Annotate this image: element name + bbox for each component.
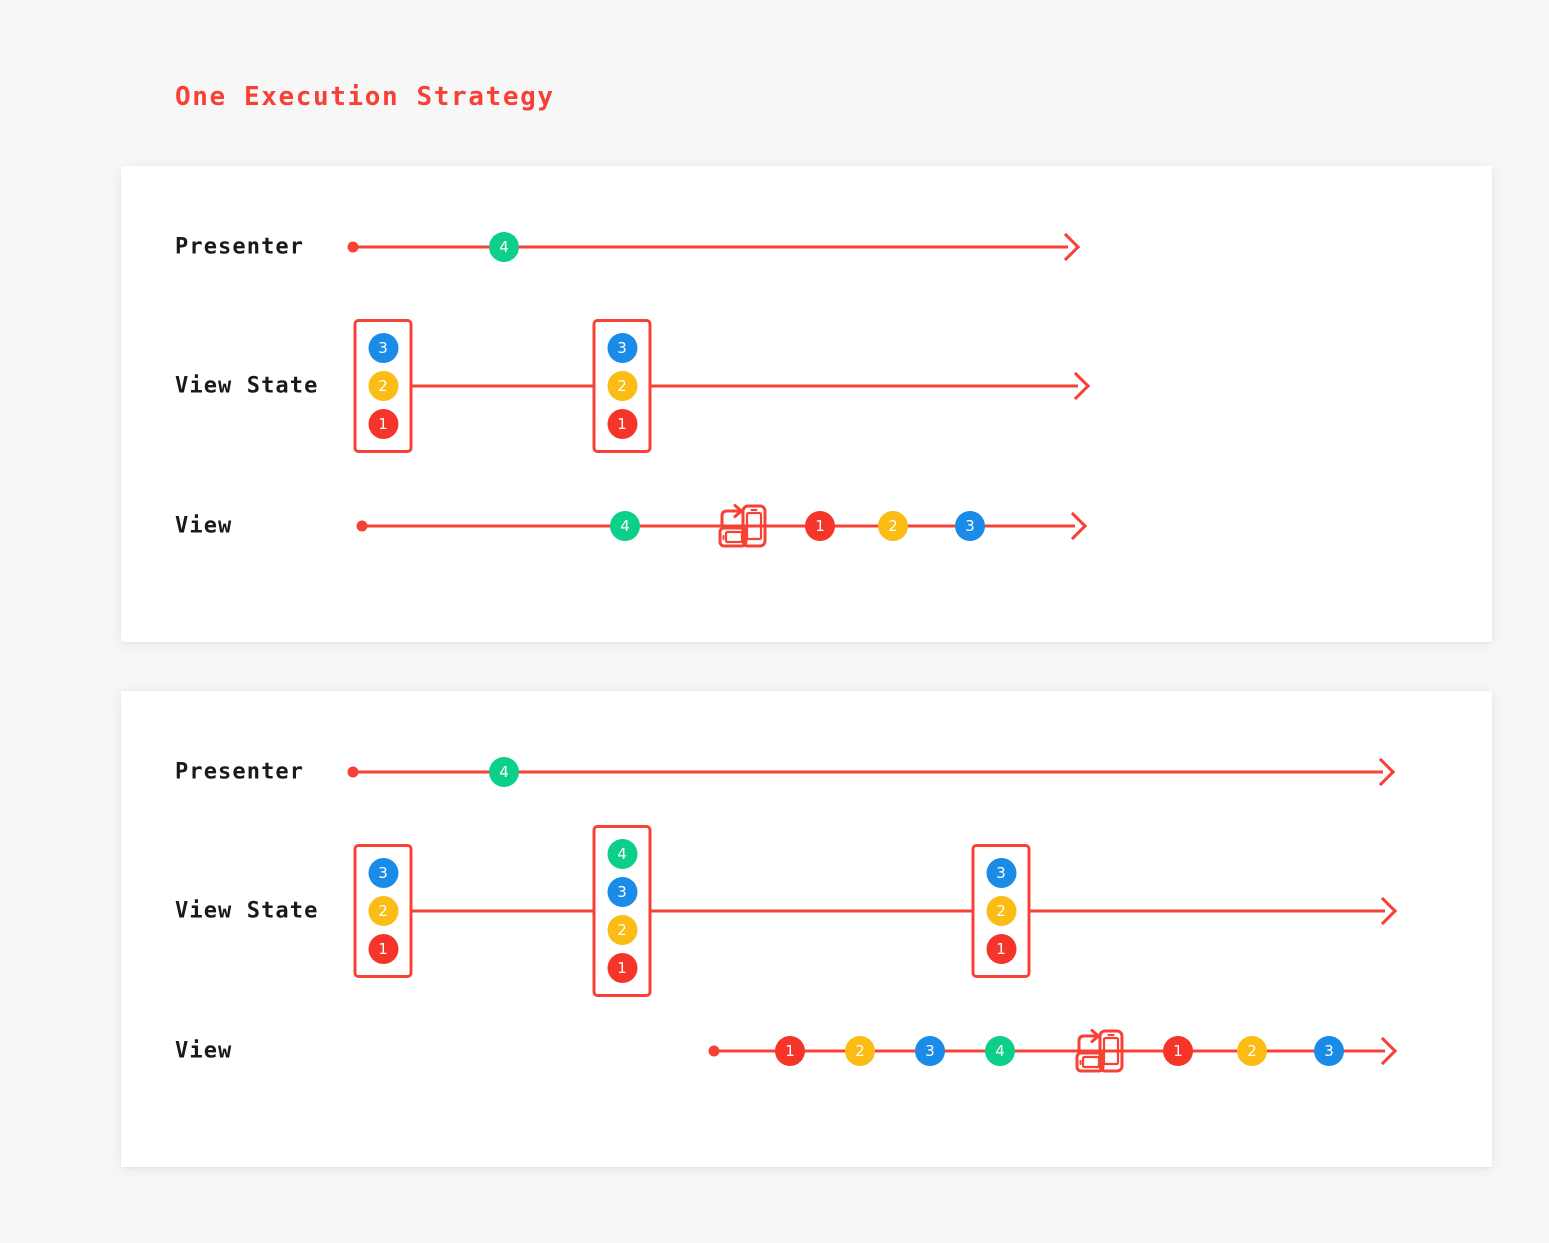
state-node-red[interactable]: 1 bbox=[986, 934, 1016, 964]
timeline-node-amber[interactable]: 2 bbox=[845, 1036, 875, 1066]
state-node-blue[interactable]: 3 bbox=[607, 333, 637, 363]
state-node-red[interactable]: 1 bbox=[607, 953, 637, 983]
state-node-red[interactable]: 1 bbox=[607, 409, 637, 439]
state-node-amber[interactable]: 2 bbox=[986, 896, 1016, 926]
state-node-red[interactable]: 1 bbox=[368, 934, 398, 964]
state-node-blue[interactable]: 3 bbox=[368, 858, 398, 888]
timeline-node-red[interactable]: 1 bbox=[805, 511, 835, 541]
row-label-presenter: Presenter bbox=[175, 759, 305, 785]
row-label-view-state: View State bbox=[175, 898, 319, 924]
view-state-box[interactable]: 1 2 3 bbox=[592, 319, 652, 453]
timeline-node-blue[interactable]: 3 bbox=[955, 511, 985, 541]
state-node-amber[interactable]: 2 bbox=[607, 915, 637, 945]
timeline-start-dot bbox=[347, 241, 359, 253]
state-node-green[interactable]: 4 bbox=[607, 839, 637, 869]
timeline-track-view bbox=[714, 1049, 1385, 1053]
timeline-node-red[interactable]: 1 bbox=[775, 1036, 805, 1066]
timeline-track-view-state bbox=[354, 384, 1078, 388]
view-state-box[interactable]: 1 2 3 bbox=[353, 319, 413, 453]
state-node-amber[interactable]: 2 bbox=[607, 371, 637, 401]
state-node-blue[interactable]: 3 bbox=[986, 858, 1016, 888]
timeline-start-dot bbox=[356, 520, 368, 532]
phone-rotate-icon bbox=[1073, 1025, 1125, 1077]
timeline-node-green[interactable]: 4 bbox=[985, 1036, 1015, 1066]
page-title: One Execution Strategy bbox=[175, 82, 555, 112]
timeline-track-view-state bbox=[354, 909, 1385, 913]
view-state-box[interactable]: 1 2 3 bbox=[353, 844, 413, 978]
timeline-track-presenter bbox=[353, 245, 1068, 249]
timeline-node-red[interactable]: 1 bbox=[1163, 1036, 1193, 1066]
timeline-start-dot bbox=[708, 1045, 720, 1057]
timeline-start-dot bbox=[347, 766, 359, 778]
phone-rotate-icon bbox=[716, 500, 768, 552]
diagram-panel-one-execution-second bbox=[121, 691, 1492, 1167]
timeline-node-amber[interactable]: 2 bbox=[878, 511, 908, 541]
timeline-node-green[interactable]: 4 bbox=[489, 232, 519, 262]
diagram-panel-one-execution-first bbox=[121, 166, 1492, 642]
state-node-red[interactable]: 1 bbox=[368, 409, 398, 439]
timeline-node-green[interactable]: 4 bbox=[610, 511, 640, 541]
timeline-node-blue[interactable]: 3 bbox=[1314, 1036, 1344, 1066]
state-node-amber[interactable]: 2 bbox=[368, 371, 398, 401]
view-state-box[interactable]: 1 2 3 4 bbox=[592, 825, 652, 997]
row-label-presenter: Presenter bbox=[175, 234, 305, 260]
timeline-node-amber[interactable]: 2 bbox=[1237, 1036, 1267, 1066]
view-state-box[interactable]: 1 2 3 bbox=[971, 844, 1031, 978]
row-label-view-state: View State bbox=[175, 373, 319, 399]
row-label-view: View bbox=[175, 1038, 233, 1064]
state-node-blue[interactable]: 3 bbox=[607, 877, 637, 907]
state-node-blue[interactable]: 3 bbox=[368, 333, 398, 363]
timeline-node-blue[interactable]: 3 bbox=[915, 1036, 945, 1066]
row-label-view: View bbox=[175, 513, 233, 539]
state-node-amber[interactable]: 2 bbox=[368, 896, 398, 926]
timeline-node-green[interactable]: 4 bbox=[489, 757, 519, 787]
